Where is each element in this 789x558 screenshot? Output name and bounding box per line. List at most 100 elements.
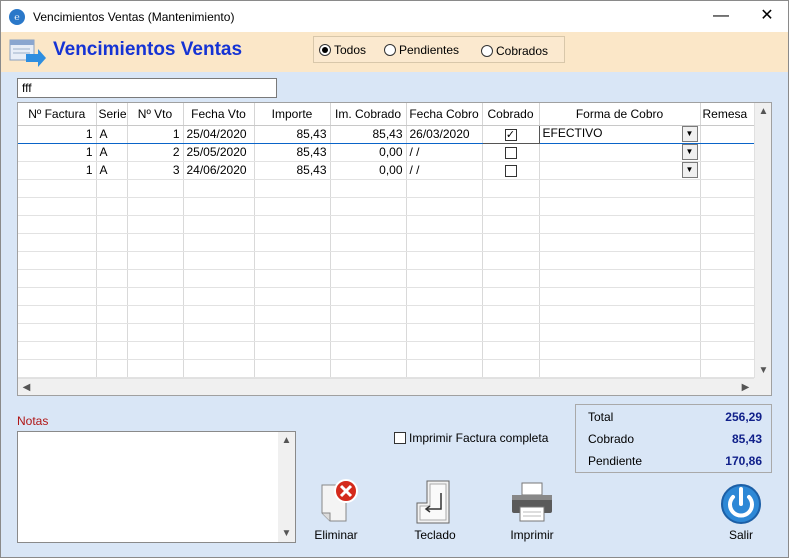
cell-fecha-cobro[interactable]: / / <box>406 143 483 162</box>
empty-cell[interactable] <box>330 197 407 216</box>
empty-cell[interactable] <box>700 251 754 270</box>
cell-fecha-cobro[interactable]: / / <box>406 161 483 180</box>
print-full-invoice-option[interactable]: Imprimir Factura completa <box>394 431 548 445</box>
cell-serie[interactable]: A <box>96 143 128 162</box>
cell-fecha-vto[interactable]: 24/06/2020 <box>183 161 255 180</box>
empty-cell[interactable] <box>127 359 184 378</box>
empty-cell[interactable] <box>700 359 754 378</box>
col-im-cobrado[interactable]: Im. Cobrado <box>330 103 407 126</box>
cell-im-cobrado[interactable]: 85,43 <box>330 124 407 144</box>
table-row-empty[interactable] <box>18 305 754 324</box>
empty-cell[interactable] <box>183 179 255 198</box>
empty-cell[interactable] <box>330 269 407 288</box>
table-row-empty[interactable] <box>18 323 754 342</box>
empty-cell[interactable] <box>700 323 754 342</box>
empty-cell[interactable] <box>700 197 754 216</box>
empty-cell[interactable] <box>18 233 97 252</box>
cell-remesa[interactable] <box>700 161 754 180</box>
cell-fecha-vto[interactable]: 25/05/2020 <box>183 143 255 162</box>
empty-cell[interactable] <box>18 323 97 342</box>
empty-cell[interactable] <box>183 359 255 378</box>
cell-cobrado[interactable] <box>482 161 540 180</box>
empty-cell[interactable] <box>539 215 701 234</box>
scroll-down-icon[interactable]: ▼ <box>755 362 771 379</box>
empty-cell[interactable] <box>406 179 483 198</box>
empty-cell[interactable] <box>406 287 483 306</box>
empty-cell[interactable] <box>700 269 754 288</box>
empty-cell[interactable] <box>482 269 540 288</box>
table-row-empty[interactable] <box>18 215 754 234</box>
filter-todos[interactable]: Todos <box>319 43 366 57</box>
empty-cell[interactable] <box>96 287 128 306</box>
empty-cell[interactable] <box>18 341 97 360</box>
radio-cobrados[interactable] <box>481 45 493 57</box>
empty-cell[interactable] <box>406 341 483 360</box>
minimize-button[interactable]: — <box>711 7 731 25</box>
empty-cell[interactable] <box>254 179 331 198</box>
empty-cell[interactable] <box>539 305 701 324</box>
empty-cell[interactable] <box>127 179 184 198</box>
empty-cell[interactable] <box>183 233 255 252</box>
empty-cell[interactable] <box>127 197 184 216</box>
empty-cell[interactable] <box>183 341 255 360</box>
table-row-empty[interactable] <box>18 287 754 306</box>
empty-cell[interactable] <box>700 287 754 306</box>
empty-cell[interactable] <box>539 323 701 342</box>
empty-cell[interactable] <box>96 233 128 252</box>
col-fecha-cobro[interactable]: Fecha Cobro <box>406 103 483 126</box>
empty-cell[interactable] <box>183 197 255 216</box>
empty-cell[interactable] <box>700 305 754 324</box>
empty-cell[interactable] <box>183 251 255 270</box>
empty-cell[interactable] <box>183 287 255 306</box>
cell-cobrado[interactable] <box>482 143 540 162</box>
empty-cell[interactable] <box>482 305 540 324</box>
empty-cell[interactable] <box>406 215 483 234</box>
cell-importe[interactable]: 85,43 <box>254 161 331 180</box>
table-row-empty[interactable] <box>18 197 754 216</box>
empty-cell[interactable] <box>96 359 128 378</box>
empty-cell[interactable] <box>482 251 540 270</box>
empty-cell[interactable] <box>254 341 331 360</box>
table-row-empty[interactable] <box>18 179 754 198</box>
cell-factura[interactable]: 1 <box>18 143 97 162</box>
table-row[interactable]: 1 A 1 25/04/2020 85,43 85,43 26/03/2020 … <box>18 124 754 144</box>
empty-cell[interactable] <box>254 269 331 288</box>
cell-vto[interactable]: 2 <box>127 143 184 162</box>
empty-cell[interactable] <box>96 323 128 342</box>
notes-scrollbar[interactable]: ▲ ▼ <box>278 432 295 542</box>
col-factura[interactable]: Nº Factura <box>18 103 97 126</box>
empty-cell[interactable] <box>482 287 540 306</box>
empty-cell[interactable] <box>330 251 407 270</box>
empty-cell[interactable] <box>18 251 97 270</box>
scroll-down-icon[interactable]: ▼ <box>278 525 295 542</box>
empty-cell[interactable] <box>539 179 701 198</box>
empty-cell[interactable] <box>254 287 331 306</box>
eliminar-button[interactable]: Eliminar <box>307 479 365 542</box>
table-row-empty[interactable] <box>18 359 754 378</box>
print-full-invoice-checkbox[interactable] <box>394 432 406 444</box>
empty-cell[interactable] <box>254 359 331 378</box>
cell-forma-cobro[interactable]: ▼ <box>539 161 701 180</box>
empty-cell[interactable] <box>96 215 128 234</box>
cell-vto[interactable]: 1 <box>127 124 184 144</box>
salir-button[interactable]: Salir <box>712 479 770 542</box>
cell-forma-cobro[interactable]: ▼ <box>539 143 701 162</box>
empty-cell[interactable] <box>482 359 540 378</box>
cell-fecha-cobro[interactable]: 26/03/2020 <box>406 124 483 144</box>
notes-textarea[interactable]: ▲ ▼ <box>17 431 296 543</box>
empty-cell[interactable] <box>96 179 128 198</box>
empty-cell[interactable] <box>127 251 184 270</box>
empty-cell[interactable] <box>482 341 540 360</box>
cell-im-cobrado[interactable]: 0,00 <box>330 161 407 180</box>
empty-cell[interactable] <box>127 215 184 234</box>
empty-cell[interactable] <box>406 269 483 288</box>
table-row-empty[interactable] <box>18 269 754 288</box>
teclado-button[interactable]: Teclado <box>406 479 464 542</box>
empty-cell[interactable] <box>96 269 128 288</box>
filter-cobrados[interactable]: Cobrados <box>481 44 548 58</box>
empty-cell[interactable] <box>254 305 331 324</box>
empty-cell[interactable] <box>330 341 407 360</box>
cell-factura[interactable]: 1 <box>18 161 97 180</box>
empty-cell[interactable] <box>700 233 754 252</box>
grid-vertical-scrollbar[interactable]: ▲ ▼ <box>754 103 771 379</box>
